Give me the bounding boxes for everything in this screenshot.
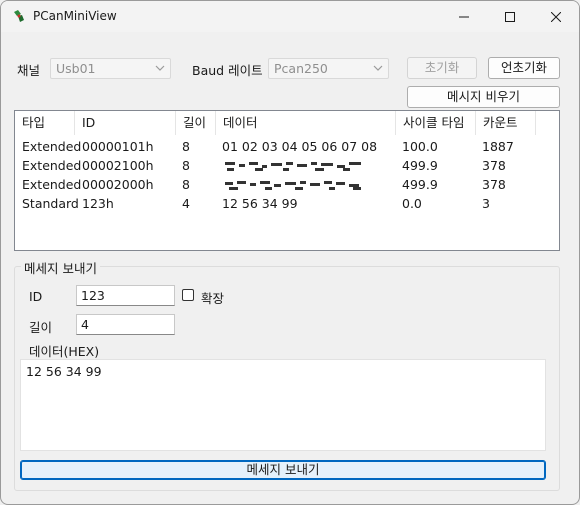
maximize-button[interactable] <box>487 1 533 32</box>
cell-data: 01 02 03 04 05 06 07 08 <box>222 139 378 154</box>
column-header-length[interactable]: 길이 <box>176 111 216 135</box>
chevron-down-icon <box>373 65 383 71</box>
length-label: 길이 <box>29 320 53 335</box>
cell-type: Extended <box>22 158 82 173</box>
data-hex-input[interactable]: 12 56 34 99 <box>20 359 546 451</box>
cell-id: 123h <box>82 196 114 211</box>
baud-select-value: Pcan250 <box>274 61 328 76</box>
cell-length: 8 <box>182 177 190 192</box>
window-title: PCanMiniView <box>33 9 117 23</box>
close-button[interactable] <box>533 1 579 32</box>
column-header-type[interactable]: 타입 <box>15 111 75 135</box>
extended-checkbox[interactable] <box>182 289 194 301</box>
id-input[interactable]: 123 <box>76 285 175 306</box>
cell-length: 8 <box>182 158 190 173</box>
cell-cycle-time: 499.9 <box>402 158 438 173</box>
send-message-button[interactable]: 메세지 보내기 <box>20 460 546 480</box>
cell-count: 378 <box>482 177 506 192</box>
baud-label: Baud 레이트 <box>192 63 263 78</box>
cell-count: 3 <box>482 196 490 211</box>
cell-count: 1887 <box>482 139 514 154</box>
close-icon <box>551 11 561 22</box>
column-header-id[interactable]: ID <box>75 111 176 135</box>
cell-length: 8 <box>182 139 190 154</box>
cell-id: 00002100h <box>82 158 154 173</box>
cell-type: Extended <box>22 177 82 192</box>
channel-label: 채널 <box>17 63 41 78</box>
init-button[interactable]: 초기화 <box>407 57 477 79</box>
app-window: PCanMiniView 채널 Usb01 Baud 레이트 Pcan250 초… <box>0 0 580 505</box>
title-bar: PCanMiniView <box>1 1 579 32</box>
id-label: ID <box>29 289 43 304</box>
minimize-icon <box>459 16 469 17</box>
cell-count: 378 <box>482 158 506 173</box>
cell-id: 00002000h <box>82 177 154 192</box>
obscured-data <box>225 162 365 172</box>
cell-cycle-time: 499.9 <box>402 177 438 192</box>
column-header-count[interactable]: 카운트 <box>476 111 536 135</box>
chevron-down-icon <box>155 65 165 71</box>
obscured-data <box>225 181 365 191</box>
extended-checkbox-label[interactable]: 확장 <box>201 288 224 307</box>
cell-length: 4 <box>182 196 190 211</box>
maximize-icon <box>505 11 515 22</box>
uninit-button[interactable]: 언초기화 <box>488 57 560 79</box>
send-message-group-title: 메세지 보내기 <box>21 258 100 277</box>
cell-type: Standard <box>22 196 79 211</box>
clear-messages-button[interactable]: 메시지 비우기 <box>407 86 560 108</box>
column-header-cycle-time[interactable]: 사이클 타임 <box>396 111 476 135</box>
cell-type: Extended <box>22 139 82 154</box>
column-header-data[interactable]: 데이터 <box>216 111 396 135</box>
app-logo-icon <box>14 10 24 22</box>
channel-select-value: Usb01 <box>56 61 96 76</box>
minimize-button[interactable] <box>441 1 487 32</box>
channel-select[interactable]: Usb01 <box>50 58 171 79</box>
cell-cycle-time: 100.0 <box>402 139 438 154</box>
length-input[interactable]: 4 <box>76 314 175 335</box>
baud-select[interactable]: Pcan250 <box>268 58 389 79</box>
data-hex-label: 데이터(HEX) <box>29 344 100 359</box>
cell-id: 00000101h <box>82 139 154 154</box>
cell-cycle-time: 0.0 <box>402 196 422 211</box>
cell-data: 12 56 34 99 <box>222 196 298 211</box>
message-list[interactable]: 타입 ID 길이 데이터 사이클 타임 카운트 Extended 0000010… <box>14 110 560 251</box>
